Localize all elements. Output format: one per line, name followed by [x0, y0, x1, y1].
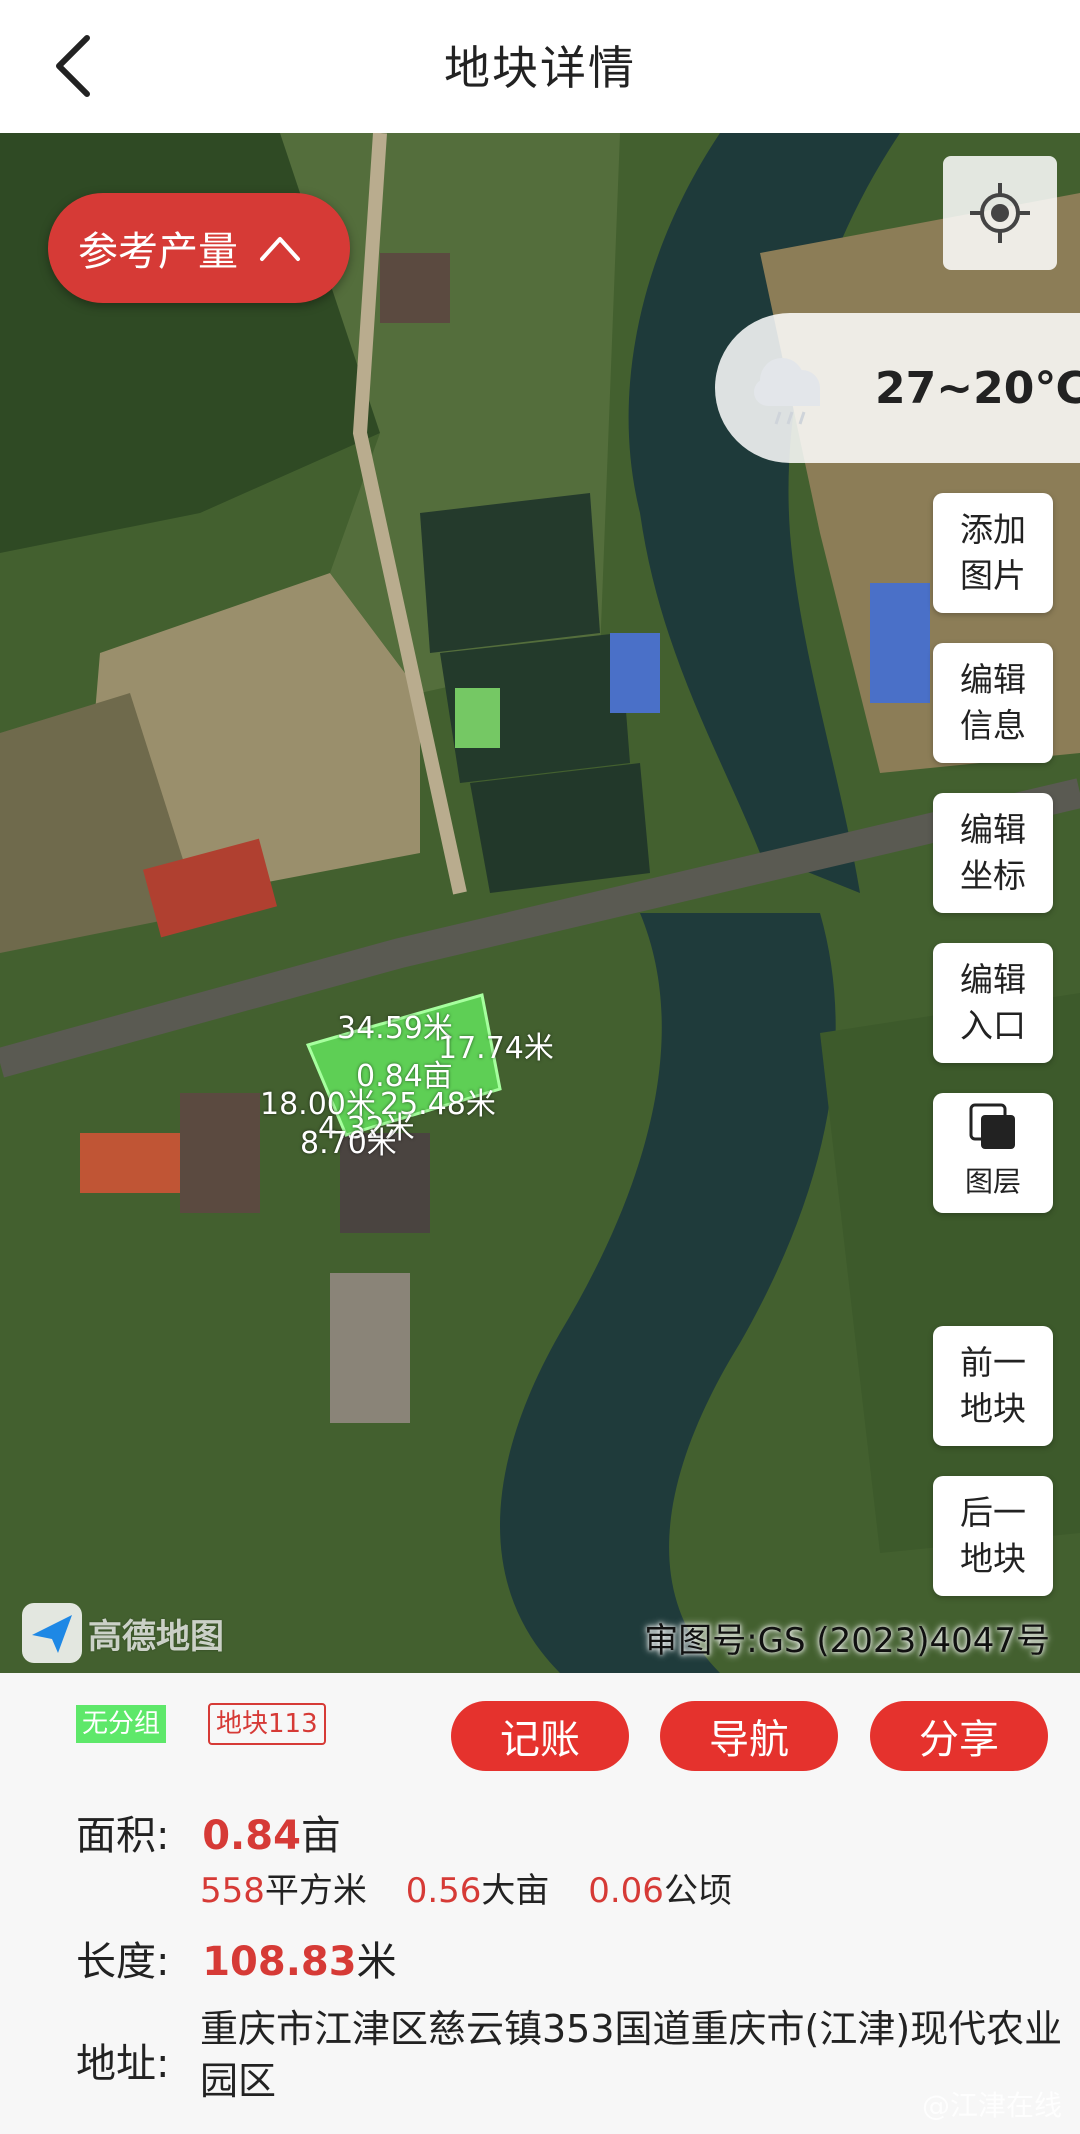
add-image-button[interactable]: 添加 图片 — [933, 493, 1053, 613]
locate-button[interactable] — [943, 156, 1057, 270]
edit-coords-button[interactable]: 编辑 坐标 — [933, 793, 1053, 913]
big-mu-value: 0.56 — [405, 1871, 482, 1911]
map-logo-text: 高德地图 — [88, 1616, 224, 1657]
map-logo: 高德地图 — [22, 1603, 224, 1663]
edit-entrance-label-2: 入口 — [960, 1006, 1026, 1045]
area-value: 0.84 — [202, 1813, 301, 1859]
next-plot-button[interactable]: 后一 地块 — [933, 1476, 1053, 1596]
chevron-up-icon — [260, 237, 300, 261]
edit-entrance-button[interactable]: 编辑 入口 — [933, 943, 1053, 1063]
edit-coords-label-1: 编辑 — [960, 810, 1026, 849]
plot-info-panel: 无分组 地块113 记账 导航 分享 面积: 0.84亩 558平方米 0.56… — [0, 1673, 1080, 2134]
area-row: 面积: 0.84亩 — [76, 1803, 341, 1861]
header-bar: 地块详情 — [0, 0, 1080, 133]
edit-info-button[interactable]: 编辑 信息 — [933, 643, 1053, 763]
plot-edge-label: 34.59米 — [337, 1011, 453, 1046]
area-label: 面积: — [76, 1813, 170, 1859]
amap-logo-icon — [22, 1603, 82, 1663]
area-conversions: 558平方米 0.56大亩 0.06公顷 — [200, 1863, 732, 1912]
group-tag: 无分组 — [76, 1705, 167, 1743]
next-plot-label-1: 后一 — [960, 1493, 1026, 1532]
length-label: 长度: — [76, 1939, 170, 1985]
share-button[interactable]: 分享 — [870, 1701, 1048, 1771]
page-title: 地块详情 — [444, 41, 636, 95]
weather-widget: 27~20℃ — [715, 313, 1080, 463]
bookkeeping-button[interactable]: 记账 — [451, 1701, 629, 1771]
plot-edge-label: 17.74米 — [438, 1031, 554, 1066]
prev-plot-button[interactable]: 前一 地块 — [933, 1326, 1053, 1446]
sqm-unit: 平方米 — [264, 1871, 367, 1911]
plot-edge-label: 8.70米 — [300, 1126, 397, 1161]
reference-yield-label: 参考产量 — [78, 229, 238, 275]
layers-label: 图层 — [964, 1165, 1021, 1198]
length-unit: 米 — [356, 1939, 397, 1985]
edit-coords-label-2: 坐标 — [960, 856, 1026, 895]
big-mu-unit: 大亩 — [481, 1871, 550, 1911]
area-unit: 亩 — [300, 1813, 341, 1859]
edit-info-label-1: 编辑 — [960, 660, 1026, 699]
layers-button[interactable]: 图层 — [933, 1093, 1053, 1213]
crosshair-icon — [970, 183, 1030, 243]
watermark-text: @江津在线 — [921, 2089, 1062, 2122]
map-approval-number: 审图号:GS (2023)4047号 — [644, 1621, 1050, 1661]
plot-tag: 地块113 — [208, 1703, 326, 1745]
layers-icon — [969, 1103, 1015, 1149]
navigate-button[interactable]: 导航 — [660, 1701, 838, 1771]
edit-info-label-2: 信息 — [960, 706, 1026, 745]
map-view[interactable]: 参考产量 27~20℃ 添加 图片 编辑 信息 编辑 坐标 编辑 入口 图层 前… — [0, 133, 1080, 1673]
add-image-label-2: 图片 — [960, 556, 1026, 595]
hectare-value: 0.06 — [588, 1871, 664, 1911]
length-row: 长度: 108.83米 — [76, 1929, 397, 1987]
add-image-label-1: 添加 — [960, 510, 1026, 549]
sqm-value: 558 — [200, 1871, 265, 1911]
next-plot-label-2: 地块 — [960, 1539, 1026, 1578]
cloud-rain-icon — [754, 358, 820, 425]
prev-plot-label-1: 前一 — [960, 1343, 1026, 1382]
temperature-text: 27~20℃ — [875, 362, 1080, 414]
hectare-unit: 公顷 — [663, 1871, 732, 1911]
prev-plot-label-2: 地块 — [960, 1389, 1026, 1428]
edit-entrance-label-1: 编辑 — [960, 960, 1026, 999]
reference-yield-button[interactable]: 参考产量 — [48, 193, 350, 303]
length-value: 108.83 — [202, 1939, 357, 1985]
address-label: 地址: — [76, 2041, 170, 2087]
